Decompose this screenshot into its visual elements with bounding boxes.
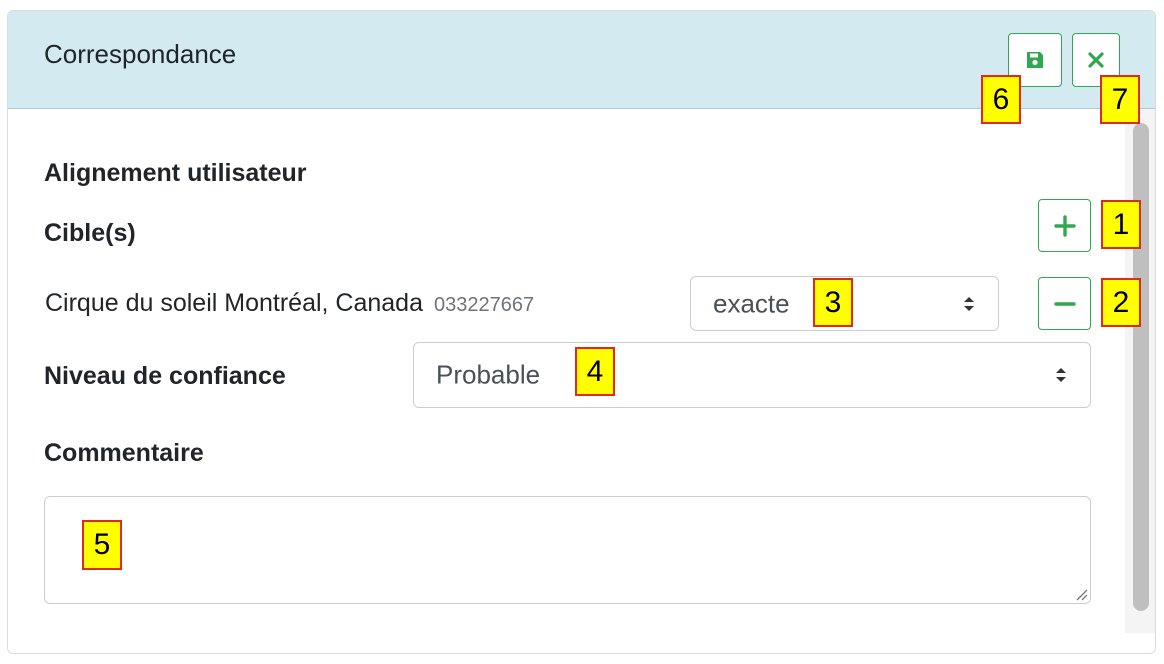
select-arrows-icon	[1056, 368, 1066, 382]
confidence-select[interactable]: Probable	[413, 342, 1091, 408]
x-icon	[1088, 52, 1104, 68]
panel-title: Correspondance	[44, 39, 237, 69]
user-alignment-heading: Alignement utilisateur	[44, 159, 307, 187]
annotation-badge-5: 5	[82, 520, 122, 570]
target-row: Cirque du soleil Montréal, Canada 033227…	[45, 289, 534, 318]
annotation-badge-3: 3	[813, 278, 853, 327]
minus-icon	[1053, 301, 1076, 306]
annotation-badge-1: 1	[1101, 200, 1141, 249]
confidence-value: Probable	[436, 359, 541, 390]
annotation-badge-4: 4	[575, 347, 615, 396]
confidence-label: Niveau de confiance	[44, 362, 286, 390]
annotation-badge-7: 7	[1100, 75, 1140, 124]
match-type-value: exacte	[713, 288, 790, 318]
add-target-button[interactable]	[1038, 199, 1091, 252]
targets-heading: Cible(s)	[44, 219, 136, 247]
target-name: Cirque du soleil Montréal, Canada	[45, 289, 423, 317]
floppy-disk-icon	[1027, 52, 1043, 68]
plus-icon	[1053, 214, 1076, 237]
annotation-badge-6: 6	[981, 75, 1021, 124]
select-arrows-icon	[964, 296, 974, 311]
target-code: 033227667	[433, 294, 535, 316]
remove-target-button[interactable]	[1038, 277, 1091, 330]
scrollbar-thumb[interactable]	[1133, 123, 1149, 611]
comment-label: Commentaire	[44, 439, 204, 467]
annotation-badge-2: 2	[1101, 278, 1141, 327]
resize-grip-icon[interactable]	[1074, 587, 1088, 601]
comment-textarea[interactable]	[44, 496, 1091, 604]
